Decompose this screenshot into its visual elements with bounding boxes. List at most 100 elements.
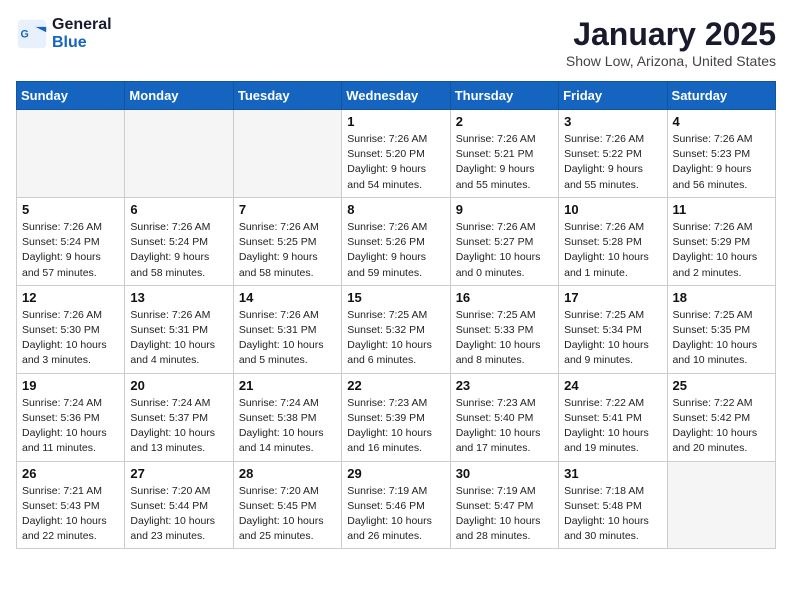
table-row: 6Sunrise: 7:26 AM Sunset: 5:24 PM Daylig… [125, 197, 233, 285]
day-number: 20 [130, 378, 227, 393]
col-tuesday: Tuesday [233, 82, 341, 110]
calendar-header-row: Sunday Monday Tuesday Wednesday Thursday… [17, 82, 776, 110]
table-row: 15 Sunrise: 7:25 AM Sunset: 5:32 PM Dayli… [342, 285, 450, 373]
table-row: 16 Sunrise: 7:25 AM Sunset: 5:33 PM Dayli… [450, 285, 558, 373]
table-row: 14 Sunrise: 7:26 AM Sunset: 5:31 PM Dayli… [233, 285, 341, 373]
day-info: Sunrise: 7:26 AM Sunset: 5:24 PM Dayligh… [22, 220, 119, 281]
table-row: 21Sunrise: 7:24 AM Sunset: 5:38 PM Dayli… [233, 373, 341, 461]
week-row-4: 19Sunrise: 7:24 AM Sunset: 5:36 PM Dayli… [17, 373, 776, 461]
title-block: January 2025 Show Low, Arizona, United S… [566, 16, 776, 69]
table-row: 26 Sunrise: 7:21 AM Sunset: 5:43 PM Dayli… [17, 461, 125, 549]
table-row: 7 Sunrise: 7:26 AM Sunset: 5:25 PM Daylig… [233, 197, 341, 285]
table-row: 28Sunrise: 7:20 AM Sunset: 5:45 PM Dayli… [233, 461, 341, 549]
day-info: Sunrise: 7:26 AM Sunset: 5:29 PM Dayligh… [673, 220, 770, 281]
week-row-3: 12 Sunrise: 7:26 AM Sunset: 5:30 PM Dayli… [17, 285, 776, 373]
page-header: G General Blue January 2025 Show Low, Ar… [16, 16, 776, 69]
day-info: Sunrise: 7:25 AM Sunset: 5:33 PM Dayligh… [456, 308, 553, 369]
day-number: 22 [347, 378, 444, 393]
week-row-2: 5 Sunrise: 7:26 AM Sunset: 5:24 PM Daylig… [17, 197, 776, 285]
table-row: 3 Sunrise: 7:26 AM Sunset: 5:22 PM Daylig… [559, 110, 667, 198]
day-info: Sunrise: 7:19 AM Sunset: 5:47 PM Dayligh… [456, 484, 553, 545]
day-info: Sunrise: 7:26 AM Sunset: 5:20 PM Dayligh… [347, 132, 444, 193]
day-number: 16 [456, 290, 553, 305]
day-number: 12 [22, 290, 119, 305]
table-row: 9 Sunrise: 7:26 AM Sunset: 5:27 PM Daylig… [450, 197, 558, 285]
calendar-table: Sunday Monday Tuesday Wednesday Thursday… [16, 81, 776, 549]
day-info: Sunrise: 7:25 AM Sunset: 5:32 PM Dayligh… [347, 308, 444, 369]
table-row: 18 Sunrise: 7:25 AM Sunset: 5:35 PM Dayli… [667, 285, 775, 373]
day-info: Sunrise: 7:25 AM Sunset: 5:35 PM Dayligh… [673, 308, 770, 369]
day-info: Sunrise: 7:19 AM Sunset: 5:46 PM Dayligh… [347, 484, 444, 545]
logo-icon: G [16, 18, 48, 50]
table-row: 25Sunrise: 7:22 AM Sunset: 5:42 PM Dayli… [667, 373, 775, 461]
col-friday: Friday [559, 82, 667, 110]
day-number: 24 [564, 378, 661, 393]
day-number: 8 [347, 202, 444, 217]
day-info: Sunrise: 7:26 AM Sunset: 5:30 PM Dayligh… [22, 308, 119, 369]
table-row: 30 Sunrise: 7:19 AM Sunset: 5:47 PM Dayli… [450, 461, 558, 549]
day-number: 7 [239, 202, 336, 217]
table-row: 31Sunrise: 7:18 AM Sunset: 5:48 PM Dayli… [559, 461, 667, 549]
table-row: 29 Sunrise: 7:19 AM Sunset: 5:46 PM Dayli… [342, 461, 450, 549]
day-number: 4 [673, 114, 770, 129]
col-wednesday: Wednesday [342, 82, 450, 110]
day-info: Sunrise: 7:24 AM Sunset: 5:37 PM Dayligh… [130, 396, 227, 457]
day-number: 18 [673, 290, 770, 305]
day-info: Sunrise: 7:23 AM Sunset: 5:40 PM Dayligh… [456, 396, 553, 457]
day-number: 9 [456, 202, 553, 217]
day-info: Sunrise: 7:26 AM Sunset: 5:27 PM Dayligh… [456, 220, 553, 281]
day-number: 17 [564, 290, 661, 305]
day-number: 10 [564, 202, 661, 217]
table-row [125, 110, 233, 198]
table-row: 17 Sunrise: 7:25 AM Sunset: 5:34 PM Dayli… [559, 285, 667, 373]
day-number: 26 [22, 466, 119, 481]
day-info: Sunrise: 7:22 AM Sunset: 5:41 PM Dayligh… [564, 396, 661, 457]
table-row: 2 Sunrise: 7:26 AM Sunset: 5:21 PM Daylig… [450, 110, 558, 198]
col-sunday: Sunday [17, 82, 125, 110]
table-row: 24 Sunrise: 7:22 AM Sunset: 5:41 PM Dayli… [559, 373, 667, 461]
day-number: 11 [673, 202, 770, 217]
day-number: 30 [456, 466, 553, 481]
col-monday: Monday [125, 82, 233, 110]
day-info: Sunrise: 7:26 AM Sunset: 5:25 PM Dayligh… [239, 220, 336, 281]
day-info: Sunrise: 7:26 AM Sunset: 5:26 PM Dayligh… [347, 220, 444, 281]
logo-text: General Blue [52, 16, 112, 52]
table-row [17, 110, 125, 198]
week-row-1: 1Sunrise: 7:26 AM Sunset: 5:20 PM Daylig… [17, 110, 776, 198]
day-info: Sunrise: 7:26 AM Sunset: 5:22 PM Dayligh… [564, 132, 661, 193]
day-number: 2 [456, 114, 553, 129]
day-number: 13 [130, 290, 227, 305]
location: Show Low, Arizona, United States [566, 53, 776, 69]
col-saturday: Saturday [667, 82, 775, 110]
table-row: 4 Sunrise: 7:26 AM Sunset: 5:23 PM Daylig… [667, 110, 775, 198]
day-number: 23 [456, 378, 553, 393]
week-row-5: 26 Sunrise: 7:21 AM Sunset: 5:43 PM Dayli… [17, 461, 776, 549]
day-info: Sunrise: 7:26 AM Sunset: 5:28 PM Dayligh… [564, 220, 661, 281]
day-number: 15 [347, 290, 444, 305]
table-row: 1Sunrise: 7:26 AM Sunset: 5:20 PM Daylig… [342, 110, 450, 198]
day-info: Sunrise: 7:26 AM Sunset: 5:21 PM Dayligh… [456, 132, 553, 193]
day-info: Sunrise: 7:26 AM Sunset: 5:31 PM Dayligh… [130, 308, 227, 369]
table-row [233, 110, 341, 198]
day-number: 3 [564, 114, 661, 129]
table-row: 5 Sunrise: 7:26 AM Sunset: 5:24 PM Daylig… [17, 197, 125, 285]
day-info: Sunrise: 7:26 AM Sunset: 5:23 PM Dayligh… [673, 132, 770, 193]
table-row: 27Sunrise: 7:20 AM Sunset: 5:44 PM Dayli… [125, 461, 233, 549]
day-info: Sunrise: 7:26 AM Sunset: 5:24 PM Dayligh… [130, 220, 227, 281]
table-row: 8 Sunrise: 7:26 AM Sunset: 5:26 PM Daylig… [342, 197, 450, 285]
day-number: 19 [22, 378, 119, 393]
day-number: 14 [239, 290, 336, 305]
day-number: 29 [347, 466, 444, 481]
day-info: Sunrise: 7:25 AM Sunset: 5:34 PM Dayligh… [564, 308, 661, 369]
day-info: Sunrise: 7:24 AM Sunset: 5:38 PM Dayligh… [239, 396, 336, 457]
day-info: Sunrise: 7:20 AM Sunset: 5:45 PM Dayligh… [239, 484, 336, 545]
svg-text:G: G [20, 29, 28, 41]
day-number: 25 [673, 378, 770, 393]
day-number: 5 [22, 202, 119, 217]
day-number: 27 [130, 466, 227, 481]
col-thursday: Thursday [450, 82, 558, 110]
table-row: 19Sunrise: 7:24 AM Sunset: 5:36 PM Dayli… [17, 373, 125, 461]
day-info: Sunrise: 7:21 AM Sunset: 5:43 PM Dayligh… [22, 484, 119, 545]
day-info: Sunrise: 7:26 AM Sunset: 5:31 PM Dayligh… [239, 308, 336, 369]
table-row [667, 461, 775, 549]
